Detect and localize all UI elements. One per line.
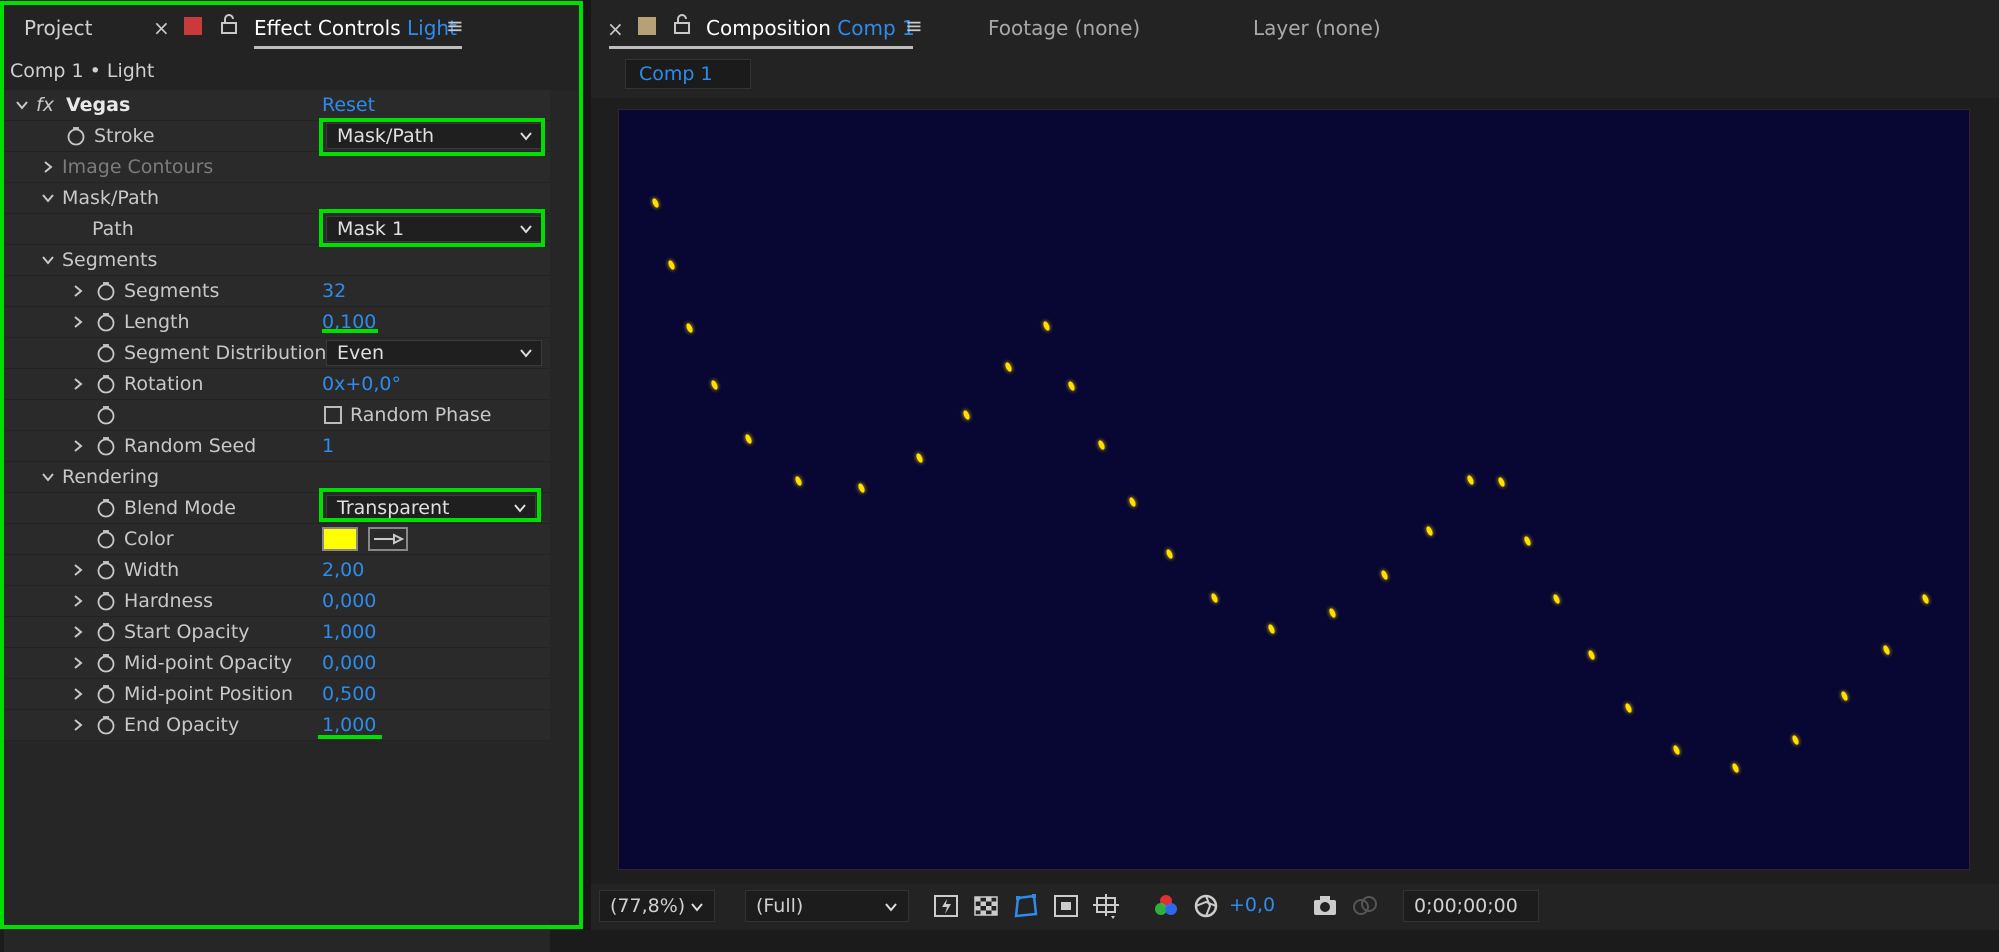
panel-color-swatch [638,17,656,35]
resolution-dropdown[interactable]: (Full) [745,890,909,922]
light-segment-dot [1466,474,1475,486]
light-segment-dot [1210,592,1219,604]
light-segment-dot [1791,734,1800,746]
lock-icon[interactable] [673,14,691,34]
light-segment-dot [744,433,753,445]
light-segment-dot [1425,525,1434,537]
close-icon[interactable]: × [607,17,624,41]
light-segment-dot [667,259,676,271]
blend-mode-highlight [319,488,541,522]
zoom-dropdown[interactable]: (77,8%) [599,890,715,922]
color-channels-icon[interactable] [1152,892,1180,920]
tab-comp-name: Comp 1 [837,16,915,40]
light-segment-dot [1004,361,1013,373]
panel-divider[interactable] [583,0,591,930]
light-segment-dot [710,379,719,391]
light-segment-dot [962,409,971,421]
snapshot-camera-icon[interactable] [1311,892,1339,920]
exposure-value[interactable]: +0,0 [1229,894,1275,916]
resolution-value: (Full) [756,895,804,917]
mask-path-visibility-icon[interactable] [1012,892,1040,920]
tab-composition[interactable]: Composition Comp 1 [706,16,915,40]
light-segment-dot [1587,649,1596,661]
light-segment-dot [1328,607,1337,619]
light-segment-dot [1731,762,1740,774]
comp-flow-tab-label: Comp 1 [639,63,713,85]
viewer-controls-bar: (77,8%) (Full) +0,0 0;00;00;00 [591,884,1999,930]
exposure-reset-icon[interactable] [1192,892,1220,920]
timecode-display[interactable]: 0;00;00;00 [1403,890,1539,922]
composition-canvas[interactable] [618,109,1970,870]
tab-layer[interactable]: Layer (none) [1253,16,1381,40]
end-opacity-underline [318,735,382,739]
grid-guides-icon[interactable] [1092,892,1120,920]
chevron-down-icon [691,903,703,912]
light-segment-dot [1042,320,1051,332]
panel-menu-icon[interactable]: ≡ [905,14,923,38]
comp-flow-tab[interactable]: Comp 1 [625,59,751,89]
active-tab-underline [609,46,913,49]
light-segment-dot [1097,439,1106,451]
light-segment-dot [1523,535,1532,547]
chevron-down-icon [885,903,897,912]
effect-controls-panel: Project × Effect Controls Light ≡ Comp 1… [0,0,583,952]
light-segment-dot [1624,702,1633,714]
light-segment-dot [1882,644,1891,656]
light-segment-dot [1921,593,1930,605]
light-segment-dot [1267,623,1276,635]
light-segment-dot [1380,569,1389,581]
light-segment-dot [794,475,803,487]
light-segment-dot [1497,476,1506,488]
light-segment-dot [651,197,660,209]
light-segment-dot [857,482,866,494]
fast-previews-icon[interactable] [932,892,960,920]
light-segment-dot [1552,593,1561,605]
transparency-grid-icon[interactable] [972,892,1000,920]
light-segment-dot [685,322,694,334]
light-segment-dot [1067,380,1076,392]
light-segment-dot [1840,690,1849,702]
light-segment-dot [1165,548,1174,560]
stroke-highlight [319,118,545,156]
path-highlight [319,209,545,247]
tab-footage[interactable]: Footage (none) [988,16,1140,40]
tab-composition-label: Composition [706,16,831,40]
light-segment-dot [1128,496,1137,508]
region-of-interest-icon[interactable] [1052,892,1080,920]
timecode-value: 0;00;00;00 [1414,895,1518,917]
light-segment-dot [915,452,924,464]
light-segment-dot [1672,744,1681,756]
show-snapshot-icon[interactable] [1351,892,1379,920]
zoom-value: (77,8%) [610,895,686,917]
length-underline [322,329,378,333]
